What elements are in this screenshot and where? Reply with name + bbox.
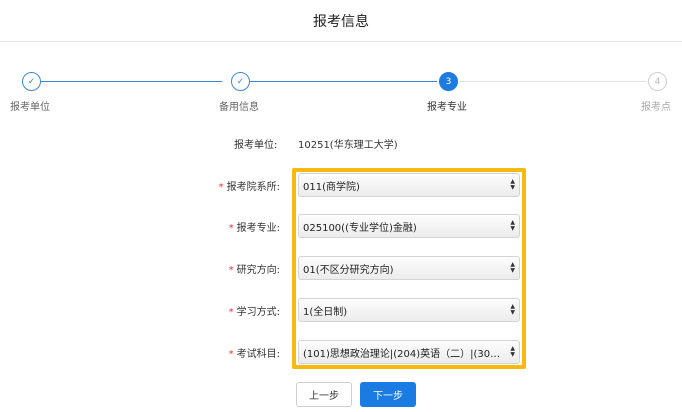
major-select[interactable]: 025100((专业学位)金融) ▲ ▼ bbox=[298, 214, 520, 238]
prev-step-button[interactable]: 上一步 bbox=[296, 382, 352, 407]
required-mark: * bbox=[228, 223, 234, 234]
step-1-label: 报考单位 bbox=[10, 102, 50, 113]
step-3-label: 报考专业 bbox=[427, 102, 467, 113]
required-mark: * bbox=[218, 182, 224, 193]
step-1-check-icon: ✓ bbox=[22, 72, 41, 91]
required-mark: * bbox=[228, 349, 234, 360]
page-title: 报考信息 bbox=[313, 13, 369, 30]
department-label: * 报考院系所: bbox=[218, 182, 280, 193]
research-direction-select[interactable]: 01(不区分研究方向) ▲ ▼ bbox=[298, 256, 520, 280]
form-row-exam-subjects: *考试科目: (101)思想政治理论|(204)英语（二）|(303)数学（三）… bbox=[0, 340, 682, 364]
stepper-line-2 bbox=[250, 81, 437, 82]
step-2-check-icon: ✓ bbox=[231, 72, 250, 91]
exam-subjects-select[interactable]: (101)思想政治理论|(204)英语（二）|(303)数学（三）|(431)金… bbox=[298, 340, 520, 364]
next-step-button[interactable]: 下一步 bbox=[360, 382, 416, 407]
exam-subjects-label: * 考试科目: bbox=[228, 349, 280, 360]
select-arrows-icon: ▲ ▼ bbox=[510, 261, 515, 274]
unit-label: 报考单位: bbox=[234, 140, 278, 151]
stepper-line-3 bbox=[459, 81, 647, 82]
stepper-line-1 bbox=[41, 81, 222, 82]
select-arrows-icon: ▲ ▼ bbox=[510, 303, 515, 316]
page-header: 报考信息 bbox=[0, 0, 682, 42]
step-3-number: 3 bbox=[439, 72, 458, 91]
select-arrows-icon: ▲ ▼ bbox=[510, 178, 515, 191]
major-label: * 报考专业: bbox=[228, 223, 280, 234]
study-mode-select[interactable]: 1(全日制) ▲ ▼ bbox=[298, 298, 520, 322]
study-mode-label: * 学习方式: bbox=[228, 307, 280, 318]
form-row-research-direction: * 研究方向: 01(不区分研究方向) ▲ ▼ bbox=[0, 256, 682, 280]
form-row-department: * 报考院系所: 011(商学院) ▲ ▼ bbox=[0, 173, 682, 197]
select-arrows-icon: ▲ ▼ bbox=[510, 345, 515, 358]
unit-value: 10251(华东理工大学) bbox=[298, 140, 398, 151]
research-direction-label: * 研究方向: bbox=[228, 265, 280, 276]
form-row-major: * 报考专业: 025100((专业学位)金融) ▲ ▼ bbox=[0, 214, 682, 238]
required-mark: * bbox=[228, 307, 234, 318]
select-arrows-icon: ▲ ▼ bbox=[510, 219, 515, 232]
step-4-number: 4 bbox=[648, 72, 667, 91]
step-2-label: 备用信息 bbox=[219, 102, 259, 113]
progress-stepper: ✓ 报考单位 ✓ 备用信息 3 报考专业 4 报考点 bbox=[0, 70, 682, 115]
department-select[interactable]: 011(商学院) ▲ ▼ bbox=[298, 173, 520, 197]
step-4-label: 报考点 bbox=[641, 102, 671, 113]
form-row-study-mode: * 学习方式: 1(全日制) ▲ ▼ bbox=[0, 298, 682, 322]
required-mark: * bbox=[228, 265, 234, 276]
